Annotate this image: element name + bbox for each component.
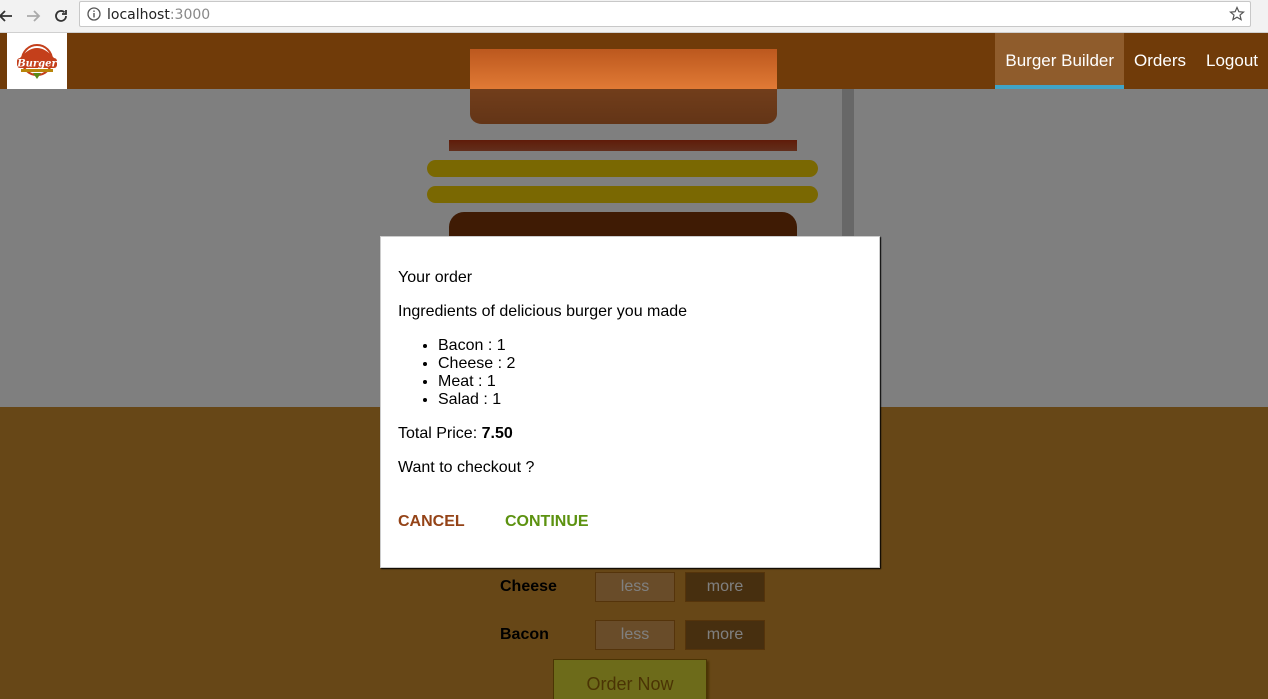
modal-subtitle: Ingredients of delicious burger you made <box>398 303 688 320</box>
nav-burger-builder[interactable]: Burger Builder <box>995 33 1125 89</box>
reload-icon[interactable] <box>51 6 71 26</box>
total-price: Total Price: 7.50 <box>398 425 513 443</box>
url-text: localhost:3000 <box>107 7 211 23</box>
cancel-button[interactable]: CANCEL <box>398 513 465 531</box>
burger-logo: Burger <box>7 33 67 89</box>
nav-orders[interactable]: Orders <box>1124 33 1196 89</box>
list-item: Cheese : 2 <box>438 355 515 373</box>
address-bar[interactable]: localhost:3000 <box>79 1 1251 27</box>
ingredient-list: Bacon : 1 Cheese : 2 Meat : 1 Salad : 1 <box>438 337 515 409</box>
info-icon[interactable] <box>87 7 101 21</box>
bookmark-star-icon[interactable] <box>1229 6 1245 22</box>
nav-logout[interactable]: Logout <box>1196 33 1268 89</box>
main-nav: Burger Builder Orders Logout <box>995 33 1268 89</box>
price-label: Total Price: <box>398 425 482 442</box>
modal-title: Your order <box>398 269 473 286</box>
checkout-question: Want to checkout ? <box>398 459 535 476</box>
continue-button[interactable]: CONTINUE <box>505 513 589 531</box>
list-item: Meat : 1 <box>438 373 515 391</box>
back-icon[interactable] <box>0 6 16 26</box>
browser-toolbar: localhost:3000 <box>0 0 1268 33</box>
price-value: 7.50 <box>481 425 513 442</box>
order-summary-modal: Your order Ingredients of delicious burg… <box>380 236 880 568</box>
forward-icon[interactable] <box>23 6 43 26</box>
burger-logo-icon: Burger <box>16 44 58 79</box>
list-item: Bacon : 1 <box>438 337 515 355</box>
list-item: Salad : 1 <box>438 391 515 409</box>
svg-text:Burger: Burger <box>16 59 57 70</box>
